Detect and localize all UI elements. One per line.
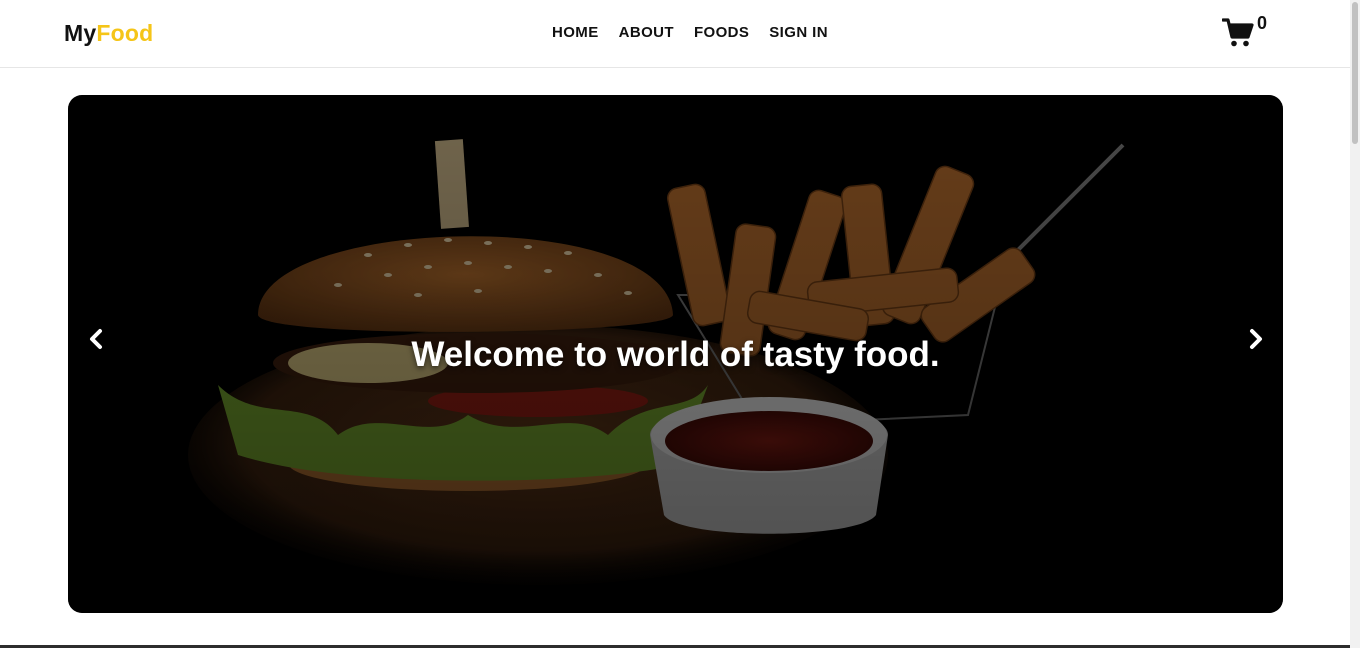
brand-logo[interactable]: MyFood [64,20,153,47]
hero-carousel: Welcome to world of tasty food. [68,95,1283,613]
page: MyFood HOME ABOUT FOODS SIGN IN 0 Welcom… [0,0,1350,648]
navbar: MyFood HOME ABOUT FOODS SIGN IN 0 [0,0,1350,68]
brand-name-part2: Food [96,20,154,46]
brand-name-part1: My [64,20,97,46]
nav-sign-in[interactable]: SIGN IN [769,24,828,41]
cart-count-badge: 0 [1257,13,1268,33]
carousel-next-button[interactable] [1236,319,1276,359]
shopping-cart-icon [1222,18,1254,47]
main-nav: HOME ABOUT FOODS SIGN IN [552,24,828,41]
nav-about[interactable]: ABOUT [619,24,674,41]
chevron-left-icon [90,329,102,349]
carousel-prev-button[interactable] [76,319,116,359]
hero-caption: Welcome to world of tasty food. [411,335,940,374]
scrollbar-thumb[interactable] [1352,2,1358,144]
vertical-scrollbar[interactable] [1350,0,1360,648]
nav-foods[interactable]: FOODS [694,24,749,41]
cart-button[interactable]: 0 [1222,13,1272,50]
nav-home[interactable]: HOME [552,24,599,41]
chevron-right-icon [1250,329,1262,349]
